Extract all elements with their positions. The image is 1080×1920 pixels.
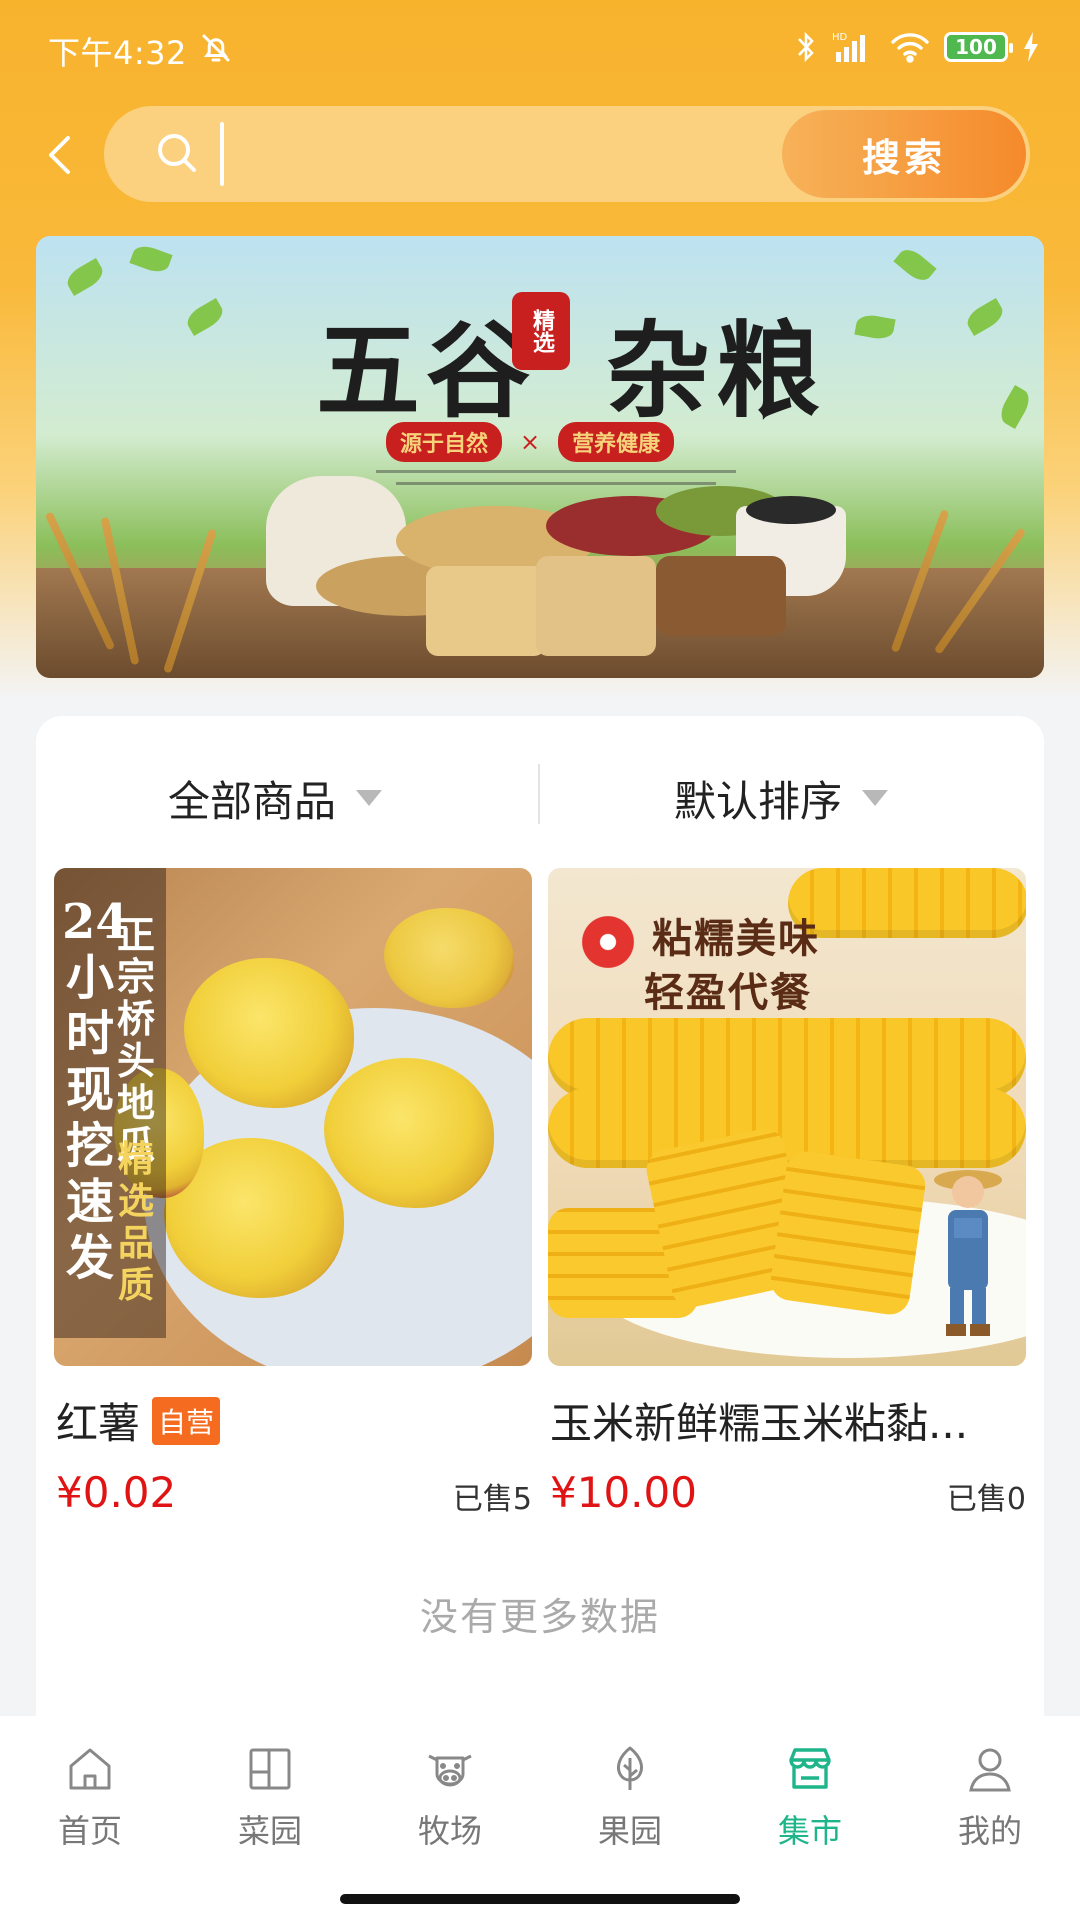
leaf-decoration (854, 312, 896, 342)
user-icon (969, 1748, 1011, 1792)
product-name[interactable]: 玉米新鲜糯玉米粘黏... (550, 1390, 968, 1451)
nav-label: 集市 (777, 1812, 842, 1850)
farmer-mascot-icon (934, 1170, 1002, 1336)
banner-fineprint (376, 470, 736, 473)
status-icons: HD 100 (794, 30, 1040, 64)
search-row: 搜索 (0, 100, 1080, 210)
battery-indicator: 100 (944, 32, 1013, 62)
sort-filter-label: 默认排序 (674, 776, 843, 826)
product-card[interactable]: 24小时现挖速发 正宗桥头地瓜 精选品质 红薯 自营 ¥0.02 已售5 (54, 868, 532, 1517)
bottom-nav: 首页 菜园 牧场 果园 集市 我的 (0, 1716, 1080, 1920)
filter-divider (538, 764, 540, 824)
grain-bowl (746, 496, 836, 524)
promo-banner[interactable]: 五谷 杂粮 精选 源于自然 × 营养健康 (36, 236, 1044, 678)
nav-label: 首页 (57, 1812, 122, 1850)
tree-icon (616, 1746, 644, 1790)
status-bar: 下午4:32 HD 100 (0, 0, 1080, 100)
nav-item-ranch[interactable]: 牧场 (390, 1742, 510, 1852)
leaf-decoration (183, 297, 227, 337)
woven-basket (656, 556, 786, 636)
list-end-message: 没有更多数据 (419, 1595, 660, 1639)
corn-slice (768, 1148, 928, 1318)
leaf-decoration (893, 244, 937, 286)
product-sold-count: 已售5 (452, 1482, 532, 1517)
product-image[interactable]: 24小时现挖速发 正宗桥头地瓜 精选品质 (54, 868, 532, 1366)
nav-item-home[interactable]: 首页 (30, 1742, 150, 1852)
product-image[interactable]: 粘糯美味 轻盈代餐 (548, 868, 1026, 1366)
signal-icon: HD (832, 32, 865, 62)
banner-fineprint (396, 482, 716, 485)
image-text-delivery: 24小时现挖速发 (62, 894, 129, 1286)
image-text-meal: 轻盈代餐 (644, 969, 812, 1016)
search-icon (158, 134, 196, 172)
banner-separator: × (520, 428, 541, 456)
nav-label: 果园 (597, 1812, 662, 1850)
dropdown-arrow-icon (356, 790, 383, 806)
cow-icon (428, 1754, 472, 1787)
leaf-decoration (63, 257, 107, 297)
corn-cob (548, 1018, 1026, 1098)
product-list-card: 全部商品 默认排序 24小时现挖速发 正宗桥头地瓜 精选品质 红薯 自营 ¥0. (36, 716, 1044, 1716)
banner-title-a: 五谷 (316, 309, 537, 432)
corn-cob (548, 1088, 1026, 1168)
filter-bar: 全部商品 默认排序 (36, 716, 1044, 866)
corn-cob (788, 868, 1026, 938)
nav-item-orchard[interactable]: 果园 (570, 1742, 690, 1852)
banner-title-b: 杂粮 (606, 309, 827, 432)
bluetooth-icon (798, 31, 814, 63)
store-icon (789, 1748, 831, 1789)
sort-filter[interactable]: 默认排序 (674, 768, 889, 828)
image-text-taste: 粘糯美味 (652, 915, 820, 962)
nav-item-market[interactable]: 集市 (750, 1742, 870, 1852)
banner-pill-left: 源于自然 (386, 422, 503, 462)
nav-label: 牧场 (417, 1812, 482, 1850)
nav-label: 菜园 (237, 1812, 302, 1850)
steamer-basket (426, 566, 546, 656)
banner-seal: 精选 (512, 292, 570, 370)
nav-item-mine[interactable]: 我的 (930, 1742, 1050, 1852)
status-time: 下午4:32 (48, 34, 187, 72)
image-text-quality: 精选品质 (117, 1138, 154, 1306)
svg-text:HD: HD (832, 32, 848, 43)
charging-icon (1024, 32, 1038, 62)
home-indicator[interactable] (340, 1894, 740, 1904)
wifi-icon (891, 33, 929, 63)
home-icon (69, 1748, 111, 1790)
leaf-decoration (129, 242, 173, 276)
nav-label: 我的 (957, 1812, 1022, 1850)
search-box[interactable]: 搜索 (104, 106, 1030, 202)
banner-pill-right: 营养健康 (558, 422, 675, 462)
product-sold-count: 已售0 (946, 1482, 1026, 1517)
product-price: ¥0.02 (56, 1468, 177, 1517)
category-filter-label: 全部商品 (168, 776, 337, 826)
image-text-origin: 正宗桥头地瓜 (116, 912, 155, 1167)
battery-level: 100 (955, 35, 997, 59)
banner-title: 五谷 杂粮 (316, 286, 826, 437)
search-input[interactable] (234, 126, 734, 182)
search-button[interactable]: 搜索 (782, 110, 1026, 198)
banner-subtitle: 源于自然 × 营养健康 (386, 422, 675, 462)
category-filter[interactable]: 全部商品 (168, 768, 383, 828)
garden-icon (249, 1748, 291, 1790)
product-price: ¥10.00 (550, 1468, 697, 1517)
dropdown-arrow-icon (862, 790, 889, 806)
leaf-decoration (963, 297, 1007, 337)
nav-item-garden[interactable]: 菜园 (210, 1742, 330, 1852)
steamer-basket (536, 556, 656, 656)
product-name[interactable]: 红薯 自营 (56, 1390, 221, 1451)
sun-logo-icon (578, 912, 638, 972)
leaf-decoration (995, 385, 1035, 429)
self-operated-badge: 自营 (152, 1396, 221, 1445)
product-name-text: 玉米新鲜糯玉米粘黏... (550, 1399, 969, 1448)
bell-off-icon (202, 34, 230, 62)
text-caret (220, 122, 224, 186)
product-name-text: 红薯 (56, 1399, 141, 1448)
back-arrow-icon[interactable] (38, 130, 88, 180)
product-card[interactable]: 粘糯美味 轻盈代餐 玉米新鲜糯玉米粘黏... ¥10.00 已售0 (548, 868, 1026, 1517)
